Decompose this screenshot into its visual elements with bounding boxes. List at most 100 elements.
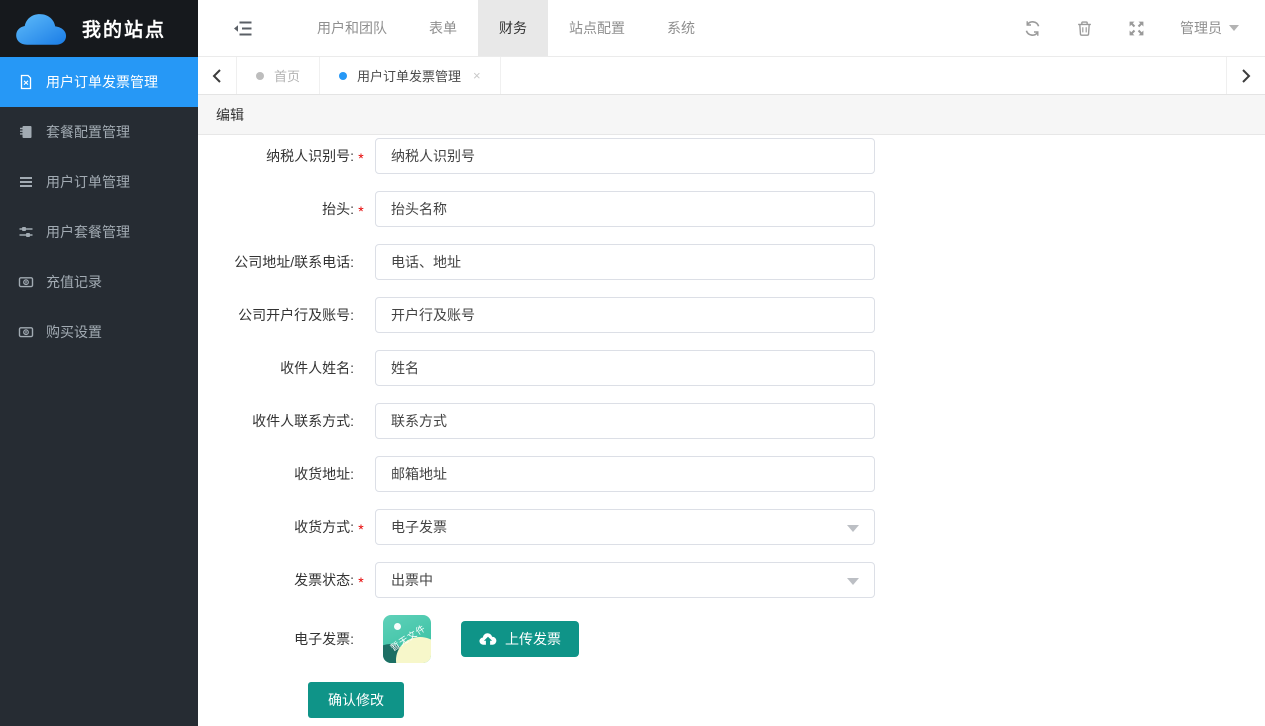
order-list-icon [17, 174, 34, 191]
field-label: 收件人联系方式: [198, 411, 354, 431]
upload-button-label: 上传发票 [505, 629, 561, 649]
tabs-scroll-left-icon[interactable] [198, 57, 237, 94]
tab-bar: 首页 用户订单发票管理 × [198, 57, 1265, 95]
admin-label: 管理员 [1180, 18, 1222, 38]
cloud-icon [14, 11, 70, 47]
invoice-thumbnail[interactable]: 暂无文件 [383, 615, 431, 663]
banknote-icon [17, 274, 34, 291]
top-bar: 用户和团队表单财务站点配置系统 [198, 0, 1265, 57]
form-panel: 纳税人识别号:*抬头:*公司地址/联系电话:公司开户行及账号:收件人姓名:收件人… [198, 135, 1265, 726]
top-nav-item[interactable]: 用户和团队 [296, 0, 408, 56]
sidebar-item-label: 用户订单管理 [46, 172, 130, 192]
text-input[interactable] [375, 403, 875, 439]
field-label: 公司地址/联系电话: [198, 252, 354, 272]
form-row-upload: 电子发票: 暂无文件 上传发票 [198, 615, 1265, 663]
required-asterisk [354, 314, 368, 317]
tabs-scroll-right-icon[interactable] [1226, 57, 1265, 94]
form-row: 公司地址/联系电话: [198, 244, 1265, 280]
sidebar-item-label: 用户订单发票管理 [46, 72, 158, 92]
top-nav-item[interactable]: 表单 [408, 0, 478, 56]
sidebar-item[interactable]: 购买设置 [0, 307, 198, 357]
required-asterisk [354, 420, 368, 423]
sidebar-item[interactable]: 充值记录 [0, 257, 198, 307]
required-asterisk: * [354, 147, 368, 166]
top-nav: 用户和团队表单财务站点配置系统 [296, 0, 716, 56]
tabs-container: 首页 用户订单发票管理 × [237, 57, 501, 94]
text-input[interactable] [375, 138, 875, 174]
tab-status-dot [256, 72, 264, 80]
sidebar-item[interactable]: 用户套餐管理 [0, 207, 198, 257]
sidebar-item-label: 套餐配置管理 [46, 122, 130, 142]
required-asterisk [354, 638, 368, 641]
text-input[interactable] [375, 350, 875, 386]
form-row: 纳税人识别号:* [198, 138, 1265, 174]
select-value: 电子发票 [391, 517, 447, 537]
fullscreen-icon[interactable] [1128, 20, 1145, 37]
field-label: 发票状态: [198, 570, 354, 590]
caret-down-icon [847, 525, 859, 532]
collapse-sidebar-icon[interactable] [228, 0, 256, 56]
close-tab-icon[interactable]: × [473, 68, 481, 83]
tab[interactable]: 首页 [237, 57, 320, 94]
sidebar-item-label: 充值记录 [46, 272, 102, 292]
sliders-icon [17, 224, 34, 241]
field-label: 收件人姓名: [198, 358, 354, 378]
field-label: 纳税人识别号: [198, 146, 354, 166]
text-input[interactable] [375, 297, 875, 333]
select-input[interactable]: 出票中 [375, 562, 875, 598]
top-nav-item[interactable]: 站点配置 [548, 0, 646, 56]
required-asterisk: * [354, 200, 368, 219]
upload-invoice-button[interactable]: 上传发票 [461, 621, 579, 657]
thumb-decoration [394, 623, 401, 630]
field-label: 收货地址: [198, 464, 354, 484]
topbar-actions: 管理员 [1024, 0, 1265, 56]
sidebar-menu: 用户订单发票管理套餐配置管理用户订单管理用户套餐管理充值记录购买设置 [0, 57, 198, 357]
tab-status-dot [339, 72, 347, 80]
required-asterisk [354, 261, 368, 264]
text-input[interactable] [375, 191, 875, 227]
tab-label: 用户订单发票管理 [357, 66, 461, 85]
package-icon [17, 124, 34, 141]
tab-label: 首页 [274, 66, 300, 85]
sidebar-item-label: 购买设置 [46, 322, 102, 342]
admin-dropdown[interactable]: 管理员 [1180, 18, 1239, 38]
site-logo[interactable]: 我的站点 [0, 0, 198, 57]
text-input[interactable] [375, 456, 875, 492]
sidebar-item-label: 用户套餐管理 [46, 222, 130, 242]
sidebar-item[interactable]: 套餐配置管理 [0, 107, 198, 157]
field-label: 抬头: [198, 199, 354, 219]
invoice-file-icon [17, 74, 34, 91]
refresh-icon[interactable] [1024, 20, 1041, 37]
form-row: 收货方式:* 电子发票 [198, 509, 1265, 545]
top-nav-item[interactable]: 财务 [478, 0, 548, 56]
caret-down-icon [1229, 25, 1239, 31]
app-window: 我的站点 用户订单发票管理套餐配置管理用户订单管理用户套餐管理充值记录购买设置 … [0, 0, 1265, 726]
sidebar: 我的站点 用户订单发票管理套餐配置管理用户订单管理用户套餐管理充值记录购买设置 [0, 0, 198, 726]
top-nav-item[interactable]: 系统 [646, 0, 716, 56]
confirm-submit-button[interactable]: 确认修改 [308, 682, 404, 718]
select-value: 出票中 [391, 570, 433, 590]
field-label: 电子发票: [198, 629, 354, 649]
trash-icon[interactable] [1076, 20, 1093, 37]
caret-down-icon [847, 578, 859, 585]
cloud-upload-icon [479, 632, 497, 646]
site-title: 我的站点 [82, 15, 166, 42]
page-title: 编辑 [198, 95, 1265, 135]
form-row: 收货地址: [198, 456, 1265, 492]
text-input[interactable] [375, 244, 875, 280]
tab[interactable]: 用户订单发票管理 × [320, 57, 501, 94]
required-asterisk [354, 473, 368, 476]
field-label: 公司开户行及账号: [198, 305, 354, 325]
required-asterisk [354, 367, 368, 370]
required-asterisk: * [354, 518, 368, 537]
sidebar-item[interactable]: 用户订单发票管理 [0, 57, 198, 107]
form-fields: 纳税人识别号:*抬头:*公司地址/联系电话:公司开户行及账号:收件人姓名:收件人… [198, 138, 1265, 598]
field-label: 收货方式: [198, 517, 354, 537]
banknote-icon [17, 324, 34, 341]
form-row: 收件人姓名: [198, 350, 1265, 386]
form-row: 抬头:* [198, 191, 1265, 227]
main-area: 用户和团队表单财务站点配置系统 [198, 0, 1265, 726]
form-row-submit: 确认修改 [198, 682, 1265, 718]
sidebar-item[interactable]: 用户订单管理 [0, 157, 198, 207]
select-input[interactable]: 电子发票 [375, 509, 875, 545]
